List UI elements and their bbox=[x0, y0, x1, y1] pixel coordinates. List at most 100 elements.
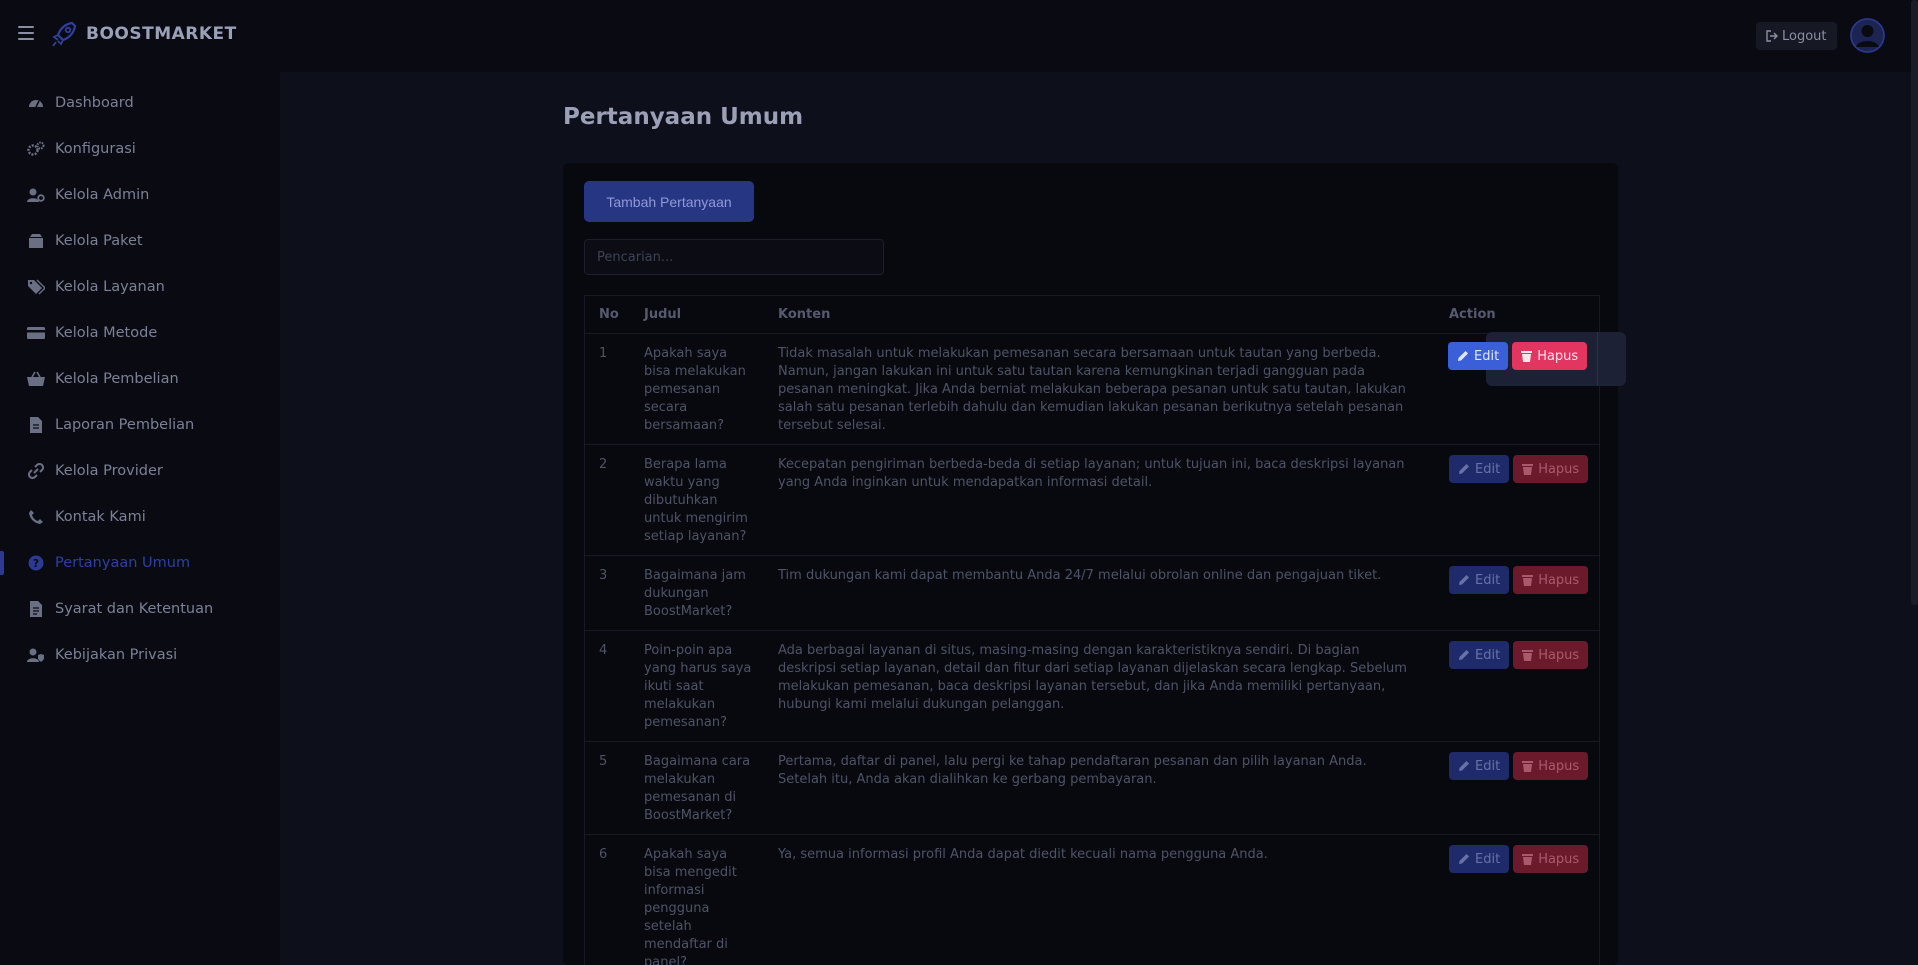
user-avatar-icon bbox=[1850, 18, 1885, 53]
edit-button[interactable]: Edit bbox=[1449, 845, 1510, 873]
delete-button[interactable]: Hapus bbox=[1513, 752, 1589, 780]
sidebar-item-label: Syarat dan Ketentuan bbox=[55, 601, 214, 617]
svg-text:?: ? bbox=[33, 557, 39, 570]
highlight-divider bbox=[1597, 332, 1598, 386]
sidebar-item-kelola-admin[interactable]: Kelola Admin bbox=[0, 175, 280, 215]
edit-label: Edit bbox=[1475, 851, 1501, 867]
sidebar: Dashboard Konfigurasi Kelola Admin Kelol… bbox=[0, 72, 280, 965]
scrollbar[interactable] bbox=[1911, 0, 1918, 605]
sidebar-item-kelola-paket[interactable]: Kelola Paket bbox=[0, 221, 280, 261]
row-konten: Pertama, daftar di panel, lalu pergi ke … bbox=[778, 754, 1367, 787]
file-icon bbox=[27, 416, 45, 434]
edit-button[interactable]: Edit bbox=[1449, 641, 1510, 669]
topbar: BOOSTMARKET Logout bbox=[0, 0, 1918, 72]
avatar[interactable] bbox=[1850, 18, 1885, 53]
search-input[interactable] bbox=[584, 239, 884, 275]
sidebar-item-label: Konfigurasi bbox=[55, 141, 136, 157]
edit-label: Edit bbox=[1475, 461, 1501, 477]
row-konten: Tim dukungan kami dapat membantu Anda 24… bbox=[778, 568, 1382, 583]
row-konten: Ada berbagai layanan di situs, masing-ma… bbox=[778, 643, 1407, 712]
phone-icon bbox=[27, 508, 45, 526]
pencil-icon bbox=[1459, 761, 1469, 771]
delete-button[interactable]: Hapus bbox=[1512, 342, 1588, 370]
hapus-label: Hapus bbox=[1538, 851, 1580, 867]
gauge-icon bbox=[27, 94, 45, 112]
row-no: 5 bbox=[599, 754, 608, 769]
sidebar-item-label: Kelola Paket bbox=[55, 233, 143, 249]
column-header-konten: Konten bbox=[778, 307, 831, 322]
box-icon bbox=[27, 232, 45, 250]
brand[interactable]: BOOSTMARKET bbox=[52, 20, 237, 48]
logout-label: Logout bbox=[1782, 28, 1827, 44]
cogs-icon bbox=[27, 140, 45, 158]
add-question-button[interactable]: Tambah Pertanyaan bbox=[584, 181, 754, 222]
trash-icon bbox=[1522, 575, 1534, 586]
brand-name: BOOSTMARKET bbox=[86, 24, 237, 44]
question-circle-icon: ? bbox=[27, 554, 45, 572]
faq-table: No Judul Konten Action 1 Apakah saya bis… bbox=[584, 295, 1600, 965]
edit-button[interactable]: Edit bbox=[1448, 342, 1509, 370]
sidebar-item-label: Pertanyaan Umum bbox=[55, 555, 191, 571]
sidebar-item-kebijakan-privasi[interactable]: Kebijakan Privasi bbox=[0, 635, 280, 675]
hapus-label: Hapus bbox=[1538, 647, 1580, 663]
sidebar-item-kelola-layanan[interactable]: Kelola Layanan bbox=[0, 267, 280, 307]
rocket-logo-icon bbox=[52, 21, 77, 47]
sidebar-item-kelola-pembelian[interactable]: Kelola Pembelian bbox=[0, 359, 280, 399]
row-no: 4 bbox=[599, 643, 608, 658]
edit-button[interactable]: Edit bbox=[1449, 752, 1510, 780]
delete-button[interactable]: Hapus bbox=[1513, 845, 1589, 873]
row-judul: Apakah saya bisa mengedit informasi peng… bbox=[644, 847, 737, 965]
page-title: Pertanyaan Umum bbox=[563, 104, 804, 130]
trash-icon bbox=[1522, 650, 1534, 661]
sidebar-item-dashboard[interactable]: Dashboard bbox=[0, 83, 280, 123]
sidebar-item-label: Kontak Kami bbox=[55, 509, 146, 525]
edit-label: Edit bbox=[1475, 758, 1501, 774]
hamburger-menu-icon[interactable] bbox=[18, 26, 34, 40]
hapus-label: Hapus bbox=[1537, 348, 1579, 364]
row-judul: Poin-poin apa yang harus saya ikuti saat… bbox=[644, 643, 752, 730]
row-judul: Bagaimana cara melakukan pemesanan di Bo… bbox=[644, 754, 751, 823]
table-row: 4 Poin-poin apa yang harus saya ikuti sa… bbox=[585, 630, 1599, 741]
logout-button[interactable]: Logout bbox=[1756, 22, 1837, 50]
basket-icon bbox=[27, 370, 45, 388]
delete-button[interactable]: Hapus bbox=[1513, 566, 1589, 594]
sidebar-item-label: Kelola Pembelian bbox=[55, 371, 179, 387]
delete-button[interactable]: Hapus bbox=[1513, 641, 1589, 669]
trash-icon bbox=[1522, 464, 1534, 475]
edit-label: Edit bbox=[1475, 572, 1501, 588]
sidebar-item-pertanyaan-umum[interactable]: ? Pertanyaan Umum bbox=[0, 543, 280, 583]
link-icon bbox=[27, 462, 45, 480]
table-row: 6 Apakah saya bisa mengedit informasi pe… bbox=[585, 834, 1599, 965]
sidebar-item-laporan-pembelian[interactable]: Laporan Pembelian bbox=[0, 405, 280, 445]
delete-button[interactable]: Hapus bbox=[1513, 455, 1589, 483]
row-no: 1 bbox=[599, 346, 608, 361]
table-row: 5 Bagaimana cara melakukan pemesanan di … bbox=[585, 741, 1599, 834]
pencil-icon bbox=[1459, 854, 1469, 864]
row-judul: Bagaimana jam dukungan BoostMarket? bbox=[644, 568, 746, 619]
sidebar-item-kontak-kami[interactable]: Kontak Kami bbox=[0, 497, 280, 537]
trash-icon bbox=[1522, 761, 1534, 772]
column-header-no: No bbox=[599, 307, 619, 322]
pencil-icon bbox=[1459, 464, 1469, 474]
sidebar-item-label: Kelola Layanan bbox=[55, 279, 165, 295]
edit-button[interactable]: Edit bbox=[1449, 455, 1510, 483]
row-judul: Berapa lama waktu yang dibutuhkan untuk … bbox=[644, 457, 748, 544]
sidebar-item-konfigurasi[interactable]: Konfigurasi bbox=[0, 129, 280, 169]
pencil-icon bbox=[1458, 351, 1468, 361]
hapus-label: Hapus bbox=[1538, 758, 1580, 774]
sidebar-item-syarat-dan-ketentuan[interactable]: Syarat dan Ketentuan bbox=[0, 589, 280, 629]
sidebar-item-kelola-metode[interactable]: Kelola Metode bbox=[0, 313, 280, 353]
table-row: 1 Apakah saya bisa melakukan pemesanan s… bbox=[585, 333, 1599, 444]
row-judul: Apakah saya bisa melakukan pemesanan sec… bbox=[644, 346, 746, 433]
file-text-icon bbox=[27, 600, 45, 618]
table-row: 3 Bagaimana jam dukungan BoostMarket? Ti… bbox=[585, 555, 1599, 630]
column-header-judul: Judul bbox=[644, 307, 682, 322]
sidebar-item-kelola-provider[interactable]: Kelola Provider bbox=[0, 451, 280, 491]
row-konten: Ya, semua informasi profil Anda dapat di… bbox=[778, 847, 1268, 862]
edit-label: Edit bbox=[1475, 647, 1501, 663]
sidebar-item-label: Laporan Pembelian bbox=[55, 417, 195, 433]
edit-button[interactable]: Edit bbox=[1449, 566, 1510, 594]
row-konten: Kecepatan pengiriman berbeda-beda di set… bbox=[778, 457, 1405, 490]
sidebar-item-label: Kebijakan Privasi bbox=[55, 647, 178, 663]
sidebar-item-label: Dashboard bbox=[55, 95, 134, 111]
